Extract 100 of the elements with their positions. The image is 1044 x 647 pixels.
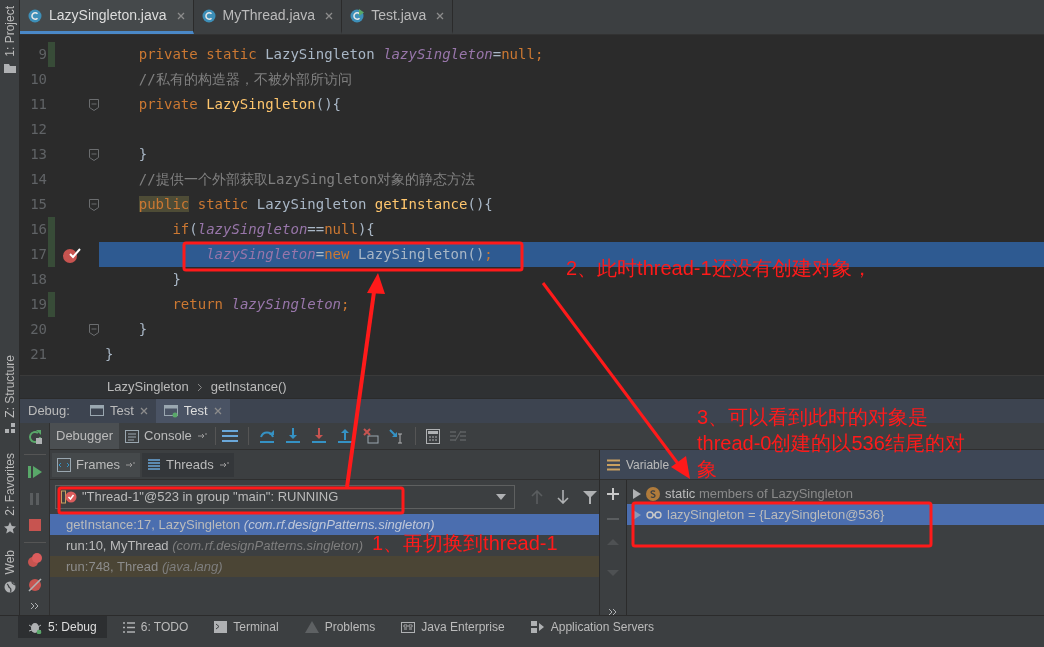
tool-window-button[interactable]: 5: Debug (18, 616, 107, 638)
line-number: 20 (29, 320, 47, 339)
expand-arrow-icon[interactable] (633, 488, 641, 499)
close-icon[interactable] (325, 11, 334, 20)
line-number: 11 (29, 95, 47, 114)
stack-frame[interactable]: run:10, MyThread (com.rf.designPatterns.singleton) (66, 535, 363, 556)
annotation-text: 2、此时thread-1还没有创建对象， (566, 256, 872, 281)
threads-icon (147, 457, 162, 472)
line-number: 19 (29, 295, 47, 314)
breakpoint-icon[interactable] (63, 246, 81, 263)
stop-icon[interactable] (28, 519, 41, 531)
fold-marker-icon[interactable] (89, 98, 99, 111)
code-line: } (105, 345, 114, 363)
window-icon (89, 404, 104, 418)
globe-icon (3, 580, 16, 593)
rerun-icon[interactable] (26, 429, 43, 445)
tool-window-button[interactable]: 1: Project (2, 6, 17, 57)
frames-icon (57, 457, 71, 472)
code-line: private LazySingleton(){ (138, 95, 342, 113)
chevron-icon (196, 382, 203, 392)
line-number: 17 (29, 245, 47, 264)
line-number: 13 (29, 145, 47, 164)
enterprise-icon (401, 621, 416, 633)
code-line: lazySingleton=new LazySingleton(); (206, 245, 493, 263)
add-icon[interactable] (607, 488, 619, 500)
mute-breakpoints-icon[interactable] (26, 576, 43, 593)
variable-row[interactable]: static members of LazySingleton (627, 483, 1044, 504)
frames-list-icon[interactable] (221, 429, 238, 443)
tool-window-button[interactable]: Application Servers (520, 616, 665, 638)
line-number: 16 (29, 220, 47, 239)
step-over-icon[interactable] (258, 429, 275, 443)
filter-icon[interactable] (583, 490, 597, 504)
tool-window-button[interactable]: 2: Favorites (2, 453, 17, 517)
calculator-icon[interactable] (425, 428, 440, 444)
pin-icon[interactable] (196, 432, 207, 440)
force-step-into-icon[interactable] (310, 428, 327, 444)
bug-icon (28, 620, 42, 634)
editor-tab[interactable]: Test.java (342, 0, 454, 34)
pin-icon[interactable] (125, 460, 136, 469)
thread-status-icon (61, 490, 77, 504)
pin-icon[interactable] (218, 460, 229, 469)
line-number: 12 (29, 120, 47, 139)
code-line: } (172, 270, 181, 288)
folder-icon (3, 62, 16, 73)
view-tab[interactable]: Console (119, 423, 213, 449)
fold-marker-icon[interactable] (89, 323, 99, 336)
breakpoints-icon[interactable] (26, 551, 43, 568)
close-icon[interactable] (176, 11, 185, 20)
editor-tab[interactable]: MyThread.java (193, 0, 343, 34)
fold-marker-icon[interactable] (89, 198, 99, 211)
pause-icon[interactable] (28, 492, 41, 506)
close-icon[interactable] (139, 407, 148, 415)
class-icon (201, 8, 216, 23)
line-number: 15 (29, 195, 47, 214)
class-icon (28, 8, 42, 23)
code-line: } (138, 145, 148, 163)
debug-tab[interactable]: Test (155, 399, 230, 423)
up-arrow-icon[interactable] (531, 490, 543, 504)
star-icon (3, 522, 16, 535)
tool-window-button[interactable]: Java Enterprise (391, 616, 515, 638)
code-line: private static LazySingleton lazySingleton=null; (138, 45, 544, 63)
tool-window-button[interactable]: Web (2, 550, 17, 575)
line-number: 21 (29, 345, 47, 364)
tool-window-button[interactable]: Problems (294, 616, 386, 638)
list-icon (122, 621, 135, 633)
line-number: 18 (29, 270, 47, 289)
step-into-icon[interactable] (284, 428, 301, 444)
close-icon[interactable] (213, 407, 222, 415)
trace-icon[interactable] (449, 430, 466, 442)
resume-icon[interactable] (27, 465, 42, 479)
servers-icon (530, 620, 545, 634)
annotation-text: 1、再切换到thread-1 (372, 532, 558, 556)
line-number: 10 (29, 70, 47, 89)
code-line: //私有的构造器，不被外部所访问 (138, 70, 352, 88)
code-line: public static LazySingleton getInstance(){ (138, 195, 493, 213)
view-tab[interactable]: Debugger (50, 423, 120, 449)
panel-tab[interactable]: Threads (142, 452, 234, 477)
variables-icon (607, 458, 620, 471)
panel-tab[interactable]: Frames (52, 452, 141, 477)
code-line: //提供一个外部获取LazySingleton对象的静态方法 (138, 170, 476, 188)
line-number: 14 (29, 170, 47, 189)
run-to-cursor-icon[interactable] (388, 428, 405, 444)
structure-icon (4, 423, 15, 434)
code-line: return lazySingleton; (172, 295, 350, 313)
static-badge-icon (646, 486, 660, 501)
tool-window-button[interactable]: Z: Structure (2, 354, 17, 418)
tool-window-button[interactable]: Terminal (204, 616, 289, 638)
step-out-icon[interactable] (336, 428, 353, 444)
breadcrumb-item[interactable]: getInstance() (210, 377, 287, 397)
debug-tab[interactable]: Test (81, 399, 156, 423)
test-class-icon (350, 8, 365, 23)
breadcrumb-item[interactable]: LazySingleton (107, 377, 189, 397)
drop-frame-icon[interactable] (362, 428, 379, 444)
editor-tab[interactable]: LazySingleton.java (20, 0, 194, 34)
tool-window-button[interactable]: 6: TODO (112, 616, 199, 638)
fold-marker-icon[interactable] (89, 148, 99, 161)
code-line: if(lazySingleton==null){ (172, 220, 375, 238)
close-icon[interactable] (436, 11, 445, 20)
more-icon[interactable] (29, 602, 40, 610)
down-arrow-icon[interactable] (557, 490, 569, 504)
